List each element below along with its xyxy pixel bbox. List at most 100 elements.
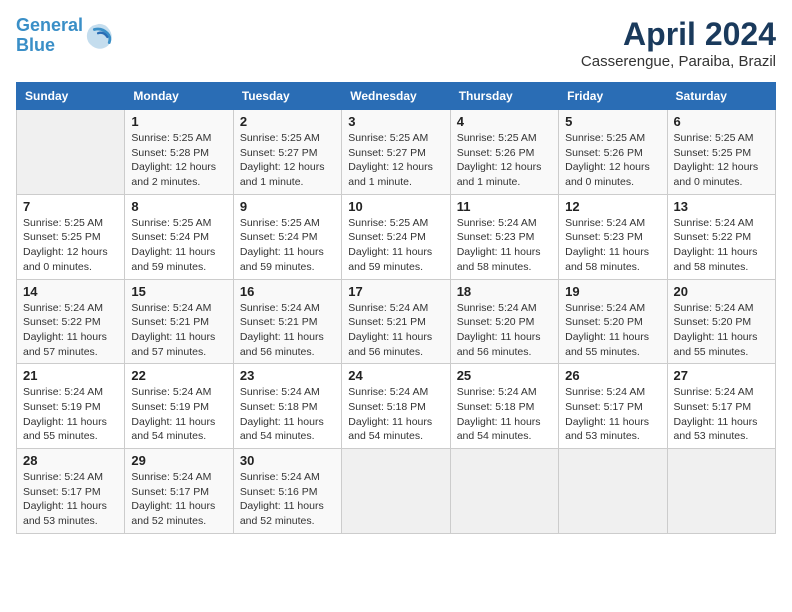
calendar-cell bbox=[559, 449, 667, 534]
calendar-cell: 11 Sunrise: 5:24 AMSunset: 5:23 PMDayligh… bbox=[450, 194, 558, 279]
calendar-cell: 10 Sunrise: 5:25 AMSunset: 5:24 PMDayligh… bbox=[342, 194, 450, 279]
calendar-cell: 25 Sunrise: 5:24 AMSunset: 5:18 PMDayligh… bbox=[450, 364, 558, 449]
day-number: 10 bbox=[348, 199, 443, 214]
day-info: Sunrise: 5:24 AMSunset: 5:23 PMDaylight:… bbox=[457, 216, 552, 275]
day-number: 24 bbox=[348, 368, 443, 383]
day-info: Sunrise: 5:25 AMSunset: 5:28 PMDaylight:… bbox=[131, 131, 226, 190]
day-info: Sunrise: 5:24 AMSunset: 5:19 PMDaylight:… bbox=[23, 385, 118, 444]
calendar-cell bbox=[667, 449, 775, 534]
calendar-table: SundayMondayTuesdayWednesdayThursdayFrid… bbox=[16, 82, 776, 534]
logo-icon bbox=[85, 22, 113, 50]
calendar-cell: 12 Sunrise: 5:24 AMSunset: 5:23 PMDayligh… bbox=[559, 194, 667, 279]
day-number: 5 bbox=[565, 114, 660, 129]
day-number: 16 bbox=[240, 284, 335, 299]
day-number: 6 bbox=[674, 114, 769, 129]
day-number: 2 bbox=[240, 114, 335, 129]
day-info: Sunrise: 5:24 AMSunset: 5:23 PMDaylight:… bbox=[565, 216, 660, 275]
day-info: Sunrise: 5:24 AMSunset: 5:19 PMDaylight:… bbox=[131, 385, 226, 444]
calendar-cell: 30 Sunrise: 5:24 AMSunset: 5:16 PMDayligh… bbox=[233, 449, 341, 534]
calendar-cell: 23Sunrise: 5:24 AMSunset: 5:18 PMDayligh… bbox=[233, 364, 341, 449]
day-info: Sunrise: 5:24 AMSunset: 5:18 PMDaylight:… bbox=[348, 385, 443, 444]
day-number: 4 bbox=[457, 114, 552, 129]
location: Casserengue, Paraiba, Brazil bbox=[581, 53, 776, 70]
day-number: 12 bbox=[565, 199, 660, 214]
calendar-week-row: 14 Sunrise: 5:24 AMSunset: 5:22 PMDayligh… bbox=[17, 279, 776, 364]
day-info: Sunrise: 5:25 AMSunset: 5:24 PMDaylight:… bbox=[348, 216, 443, 275]
day-number: 13 bbox=[674, 199, 769, 214]
calendar-header-row: SundayMondayTuesdayWednesdayThursdayFrid… bbox=[17, 83, 776, 110]
month-title: April 2024 bbox=[581, 16, 776, 53]
day-info: Sunrise: 5:24 AMSunset: 5:17 PMDaylight:… bbox=[23, 470, 118, 529]
day-info: Sunrise: 5:24 AMSunset: 5:20 PMDaylight:… bbox=[674, 301, 769, 360]
day-info: Sunrise: 5:24 AMSunset: 5:22 PMDaylight:… bbox=[674, 216, 769, 275]
calendar-cell: 18Sunrise: 5:24 AMSunset: 5:20 PMDayligh… bbox=[450, 279, 558, 364]
calendar-cell: 21 Sunrise: 5:24 AMSunset: 5:19 PMDayligh… bbox=[17, 364, 125, 449]
day-info: Sunrise: 5:24 AMSunset: 5:22 PMDaylight:… bbox=[23, 301, 118, 360]
day-info: Sunrise: 5:24 AMSunset: 5:17 PMDaylight:… bbox=[674, 385, 769, 444]
day-of-week-header: Thursday bbox=[450, 83, 558, 110]
day-of-week-header: Tuesday bbox=[233, 83, 341, 110]
calendar-cell: 5Sunrise: 5:25 AMSunset: 5:26 PMDaylight… bbox=[559, 110, 667, 195]
day-info: Sunrise: 5:25 AMSunset: 5:27 PMDaylight:… bbox=[240, 131, 335, 190]
calendar-cell: 19 Sunrise: 5:24 AMSunset: 5:20 PMDayligh… bbox=[559, 279, 667, 364]
logo-text: GeneralBlue bbox=[16, 16, 83, 56]
day-number: 19 bbox=[565, 284, 660, 299]
day-number: 21 bbox=[23, 368, 118, 383]
day-info: Sunrise: 5:24 AMSunset: 5:20 PMDaylight:… bbox=[565, 301, 660, 360]
day-number: 14 bbox=[23, 284, 118, 299]
day-number: 28 bbox=[23, 453, 118, 468]
calendar-cell: 26 Sunrise: 5:24 AMSunset: 5:17 PMDayligh… bbox=[559, 364, 667, 449]
calendar-cell bbox=[450, 449, 558, 534]
calendar-cell: 22Sunrise: 5:24 AMSunset: 5:19 PMDayligh… bbox=[125, 364, 233, 449]
day-info: Sunrise: 5:24 AMSunset: 5:18 PMDaylight:… bbox=[457, 385, 552, 444]
day-number: 25 bbox=[457, 368, 552, 383]
calendar-cell: 28 Sunrise: 5:24 AMSunset: 5:17 PMDayligh… bbox=[17, 449, 125, 534]
day-of-week-header: Saturday bbox=[667, 83, 775, 110]
day-of-week-header: Friday bbox=[559, 83, 667, 110]
calendar-cell bbox=[342, 449, 450, 534]
calendar-cell: 24 Sunrise: 5:24 AMSunset: 5:18 PMDayligh… bbox=[342, 364, 450, 449]
day-of-week-header: Wednesday bbox=[342, 83, 450, 110]
day-info: Sunrise: 5:25 AMSunset: 5:24 PMDaylight:… bbox=[240, 216, 335, 275]
calendar-cell: 15Sunrise: 5:24 AMSunset: 5:21 PMDayligh… bbox=[125, 279, 233, 364]
day-info: Sunrise: 5:25 AMSunset: 5:26 PMDaylight:… bbox=[457, 131, 552, 190]
day-number: 1 bbox=[131, 114, 226, 129]
day-number: 20 bbox=[674, 284, 769, 299]
calendar-week-row: 28 Sunrise: 5:24 AMSunset: 5:17 PMDayligh… bbox=[17, 449, 776, 534]
day-info: Sunrise: 5:24 AMSunset: 5:21 PMDaylight:… bbox=[348, 301, 443, 360]
day-info: Sunrise: 5:24 AMSunset: 5:20 PMDaylight:… bbox=[457, 301, 552, 360]
day-info: Sunrise: 5:25 AMSunset: 5:24 PMDaylight:… bbox=[131, 216, 226, 275]
calendar-cell: 14 Sunrise: 5:24 AMSunset: 5:22 PMDayligh… bbox=[17, 279, 125, 364]
calendar-cell: 9 Sunrise: 5:25 AMSunset: 5:24 PMDaylight… bbox=[233, 194, 341, 279]
day-number: 17 bbox=[348, 284, 443, 299]
day-info: Sunrise: 5:24 AMSunset: 5:21 PMDaylight:… bbox=[240, 301, 335, 360]
calendar-week-row: 7 Sunrise: 5:25 AMSunset: 5:25 PMDaylight… bbox=[17, 194, 776, 279]
day-number: 9 bbox=[240, 199, 335, 214]
day-number: 11 bbox=[457, 199, 552, 214]
calendar-cell: 13 Sunrise: 5:24 AMSunset: 5:22 PMDayligh… bbox=[667, 194, 775, 279]
day-number: 7 bbox=[23, 199, 118, 214]
day-number: 30 bbox=[240, 453, 335, 468]
calendar-cell: 17 Sunrise: 5:24 AMSunset: 5:21 PMDayligh… bbox=[342, 279, 450, 364]
day-number: 29 bbox=[131, 453, 226, 468]
day-info: Sunrise: 5:25 AMSunset: 5:25 PMDaylight:… bbox=[674, 131, 769, 190]
day-of-week-header: Sunday bbox=[17, 83, 125, 110]
calendar-cell: 27Sunrise: 5:24 AMSunset: 5:17 PMDayligh… bbox=[667, 364, 775, 449]
day-info: Sunrise: 5:25 AMSunset: 5:25 PMDaylight:… bbox=[23, 216, 118, 275]
day-info: Sunrise: 5:25 AMSunset: 5:27 PMDaylight:… bbox=[348, 131, 443, 190]
day-of-week-header: Monday bbox=[125, 83, 233, 110]
title-block: April 2024 Casserengue, Paraiba, Brazil bbox=[581, 16, 776, 70]
calendar-week-row: 21 Sunrise: 5:24 AMSunset: 5:19 PMDayligh… bbox=[17, 364, 776, 449]
calendar-week-row: 1 Sunrise: 5:25 AMSunset: 5:28 PMDaylight… bbox=[17, 110, 776, 195]
day-number: 26 bbox=[565, 368, 660, 383]
day-number: 15 bbox=[131, 284, 226, 299]
day-info: Sunrise: 5:24 AMSunset: 5:17 PMDaylight:… bbox=[131, 470, 226, 529]
calendar-cell: 3Sunrise: 5:25 AMSunset: 5:27 PMDaylight… bbox=[342, 110, 450, 195]
day-info: Sunrise: 5:24 AMSunset: 5:17 PMDaylight:… bbox=[565, 385, 660, 444]
day-number: 8 bbox=[131, 199, 226, 214]
day-info: Sunrise: 5:24 AMSunset: 5:16 PMDaylight:… bbox=[240, 470, 335, 529]
calendar-cell: 4 Sunrise: 5:25 AMSunset: 5:26 PMDaylight… bbox=[450, 110, 558, 195]
calendar-cell: 20 Sunrise: 5:24 AMSunset: 5:20 PMDayligh… bbox=[667, 279, 775, 364]
calendar-cell: 1 Sunrise: 5:25 AMSunset: 5:28 PMDaylight… bbox=[125, 110, 233, 195]
calendar-cell: 6 Sunrise: 5:25 AMSunset: 5:25 PMDaylight… bbox=[667, 110, 775, 195]
